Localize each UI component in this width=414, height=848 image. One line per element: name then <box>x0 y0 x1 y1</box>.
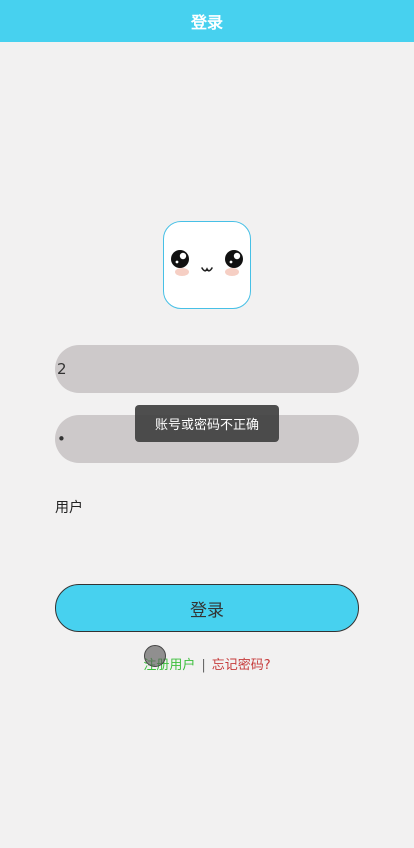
cute-face-icon <box>171 250 243 276</box>
header-bar: 登录 <box>0 0 414 42</box>
username-input[interactable] <box>55 345 359 393</box>
touch-indicator <box>144 645 166 667</box>
footer-links: 注册用户 | 忘记密码? <box>0 654 414 673</box>
page-title: 登录 <box>190 13 223 32</box>
error-toast: 账号或密码不正确 <box>135 405 279 442</box>
login-button-label: 登录 <box>190 600 224 621</box>
forgot-password-link[interactable]: 忘记密码? <box>212 658 271 673</box>
login-button[interactable]: 登录 <box>55 584 359 632</box>
role-label[interactable]: 用户 <box>55 497 83 517</box>
avatar <box>163 221 251 309</box>
link-separator: | <box>201 658 206 673</box>
toast-message: 账号或密码不正确 <box>154 418 259 433</box>
